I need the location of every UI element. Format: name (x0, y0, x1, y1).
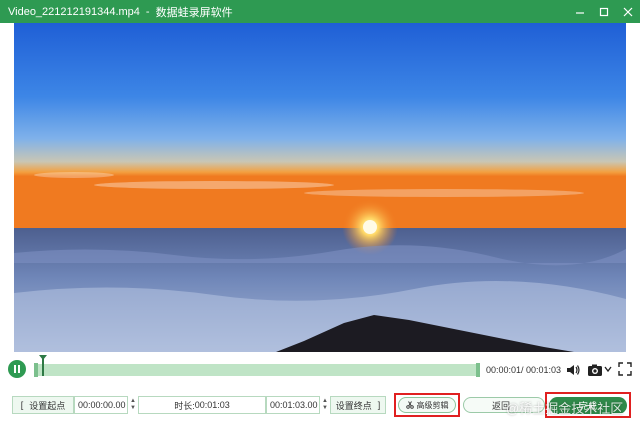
title-bar: Video_221212191344.mp4 - 数据蛙录屏软件 (0, 0, 640, 23)
minimize-icon[interactable] (568, 0, 592, 23)
chevron-down-icon[interactable]: ▼ (130, 405, 136, 412)
video-preview[interactable] (14, 23, 626, 352)
pause-icon (14, 365, 16, 373)
chevron-down-icon[interactable] (604, 365, 612, 373)
duration-display: 时长: 00:01:03 (138, 396, 266, 414)
end-time-value: 00:01:03.00 (270, 400, 318, 410)
advanced-edit-label: 高级剪辑 (416, 400, 449, 410)
trim-start-handle[interactable] (34, 363, 38, 377)
progress-row: 00:00:01/ 00:01:03 (0, 355, 640, 384)
start-time-stepper[interactable]: ▲ ▼ (128, 396, 138, 414)
title-separator: - (145, 5, 150, 18)
fullscreen-icon[interactable] (618, 362, 632, 376)
window-controls (568, 0, 640, 23)
time-readout: 00:00:01/ 00:01:03 (486, 365, 562, 375)
close-icon[interactable] (616, 0, 640, 23)
timeline-progress-fill (36, 364, 478, 376)
bracket-open: [ (20, 400, 24, 410)
scissors-icon (405, 401, 414, 409)
camera-icon[interactable] (587, 362, 603, 378)
set-start-button[interactable]: [ 设置起点 (12, 396, 74, 414)
sunset-video-frame (14, 23, 626, 352)
duration-value: 00:01:03 (194, 400, 230, 410)
end-time-field[interactable]: 00:01:03.00 (266, 396, 320, 414)
advanced-edit-button[interactable]: 高级剪辑 (398, 397, 456, 413)
start-time-field[interactable]: 00:00:00.00 (74, 396, 128, 414)
volume-icon[interactable] (565, 362, 581, 378)
set-start-label: 设置起点 (29, 400, 66, 411)
timeline-track[interactable] (34, 355, 480, 377)
set-end-button[interactable]: 设置终点 ] (330, 396, 386, 414)
watermark: @稀土掘金技术社区 (506, 401, 624, 416)
start-time-value: 00:00:00.00 (78, 400, 126, 410)
window-app-name: 数据蛙录屏软件 (155, 6, 233, 19)
pause-button[interactable] (8, 360, 26, 378)
chevron-up-icon[interactable]: ▲ (130, 398, 136, 405)
maximize-icon[interactable] (592, 0, 616, 23)
end-time-stepper[interactable]: ▲ ▼ (320, 396, 330, 414)
trim-end-handle[interactable] (476, 363, 480, 377)
set-end-label: 设置终点 (335, 400, 372, 411)
duration-label: 时长: (174, 400, 195, 411)
chevron-down-icon[interactable]: ▼ (322, 405, 328, 412)
playhead[interactable] (42, 358, 44, 376)
chevron-up-icon[interactable]: ▲ (322, 398, 328, 405)
bracket-close: ] (377, 400, 381, 410)
window-file-name: Video_221212191344.mp4 (8, 5, 140, 18)
